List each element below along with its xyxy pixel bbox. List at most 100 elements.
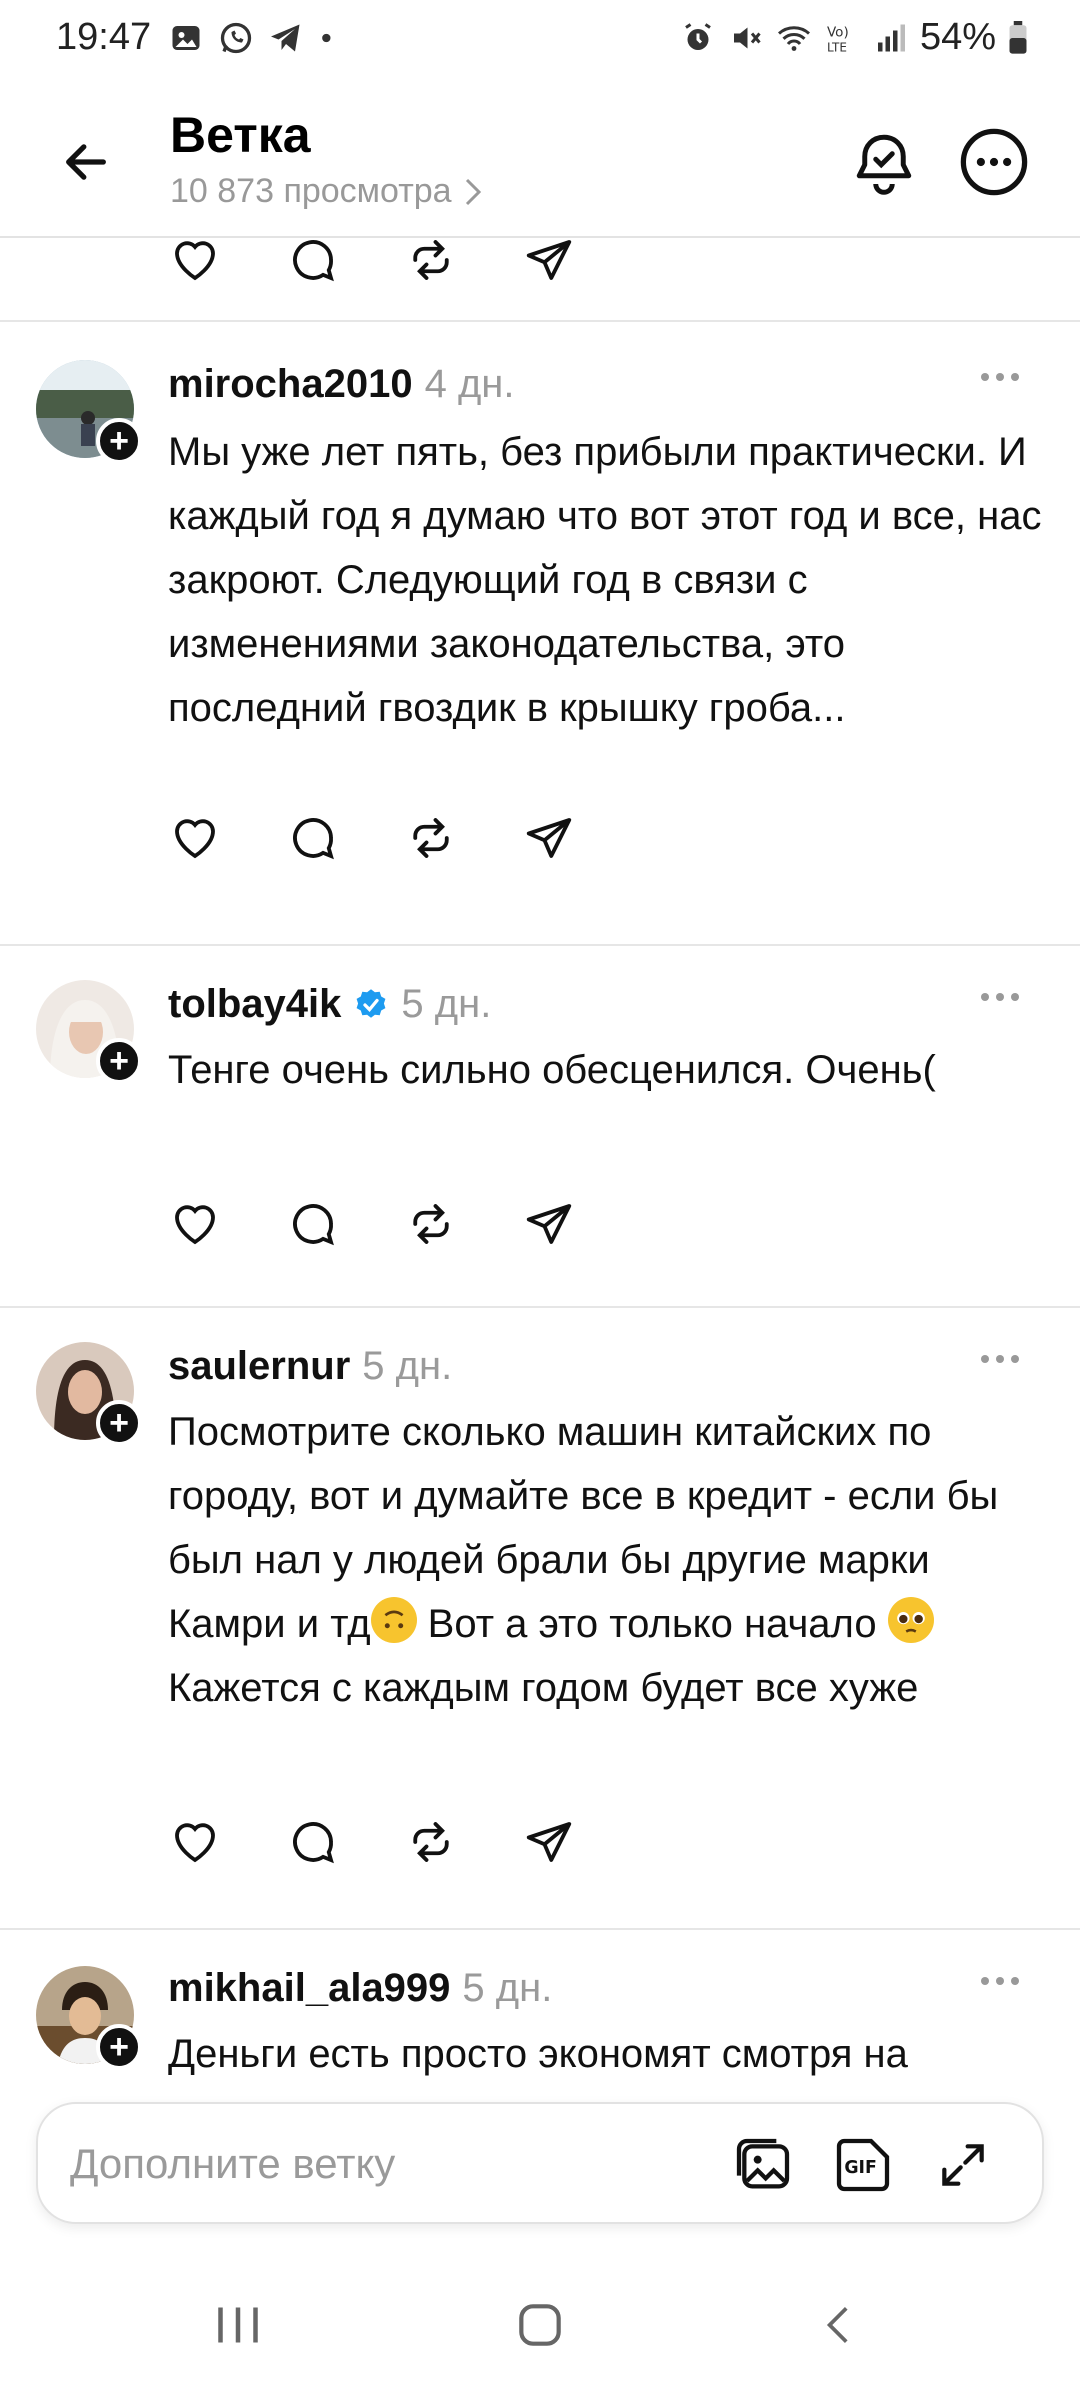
gallery-icon [172,26,200,50]
like-button[interactable] [168,1812,286,1872]
bell-check-icon [856,134,912,195]
like-button[interactable] [168,1194,286,1254]
expand-icon [942,2144,984,2186]
more-options-button[interactable] [956,124,1032,200]
recents-icon [218,2307,258,2343]
repost-button[interactable] [404,1194,522,1254]
comment-button[interactable] [286,1194,404,1254]
wifi-icon [777,25,810,51]
post-time: 5 дн. [462,1966,553,2010]
avatar[interactable]: + [36,360,142,464]
post-meta: mirocha2010 4 дн. [168,362,515,407]
views-count: 10 873 просмотра [170,172,452,210]
back-nav-button[interactable] [800,2290,880,2360]
comment-button[interactable] [286,808,404,868]
repost-icon [413,240,449,280]
post-actions [168,1194,640,1254]
comment-icon [293,1822,334,1864]
expand-button[interactable] [928,2130,998,2200]
signal-icon [877,24,905,51]
post-text-part: Вот а это только начало [416,1602,888,1646]
gif-button[interactable]: GIF [828,2130,898,2200]
notify-button[interactable] [846,124,922,200]
username[interactable]: saulernur [168,1344,350,1389]
post-more-button[interactable] [970,362,1030,392]
avatar[interactable]: + [36,1966,142,2070]
recents-button[interactable] [198,2290,278,2360]
share-icon [526,818,572,858]
post-time: 5 дн. [401,982,492,1026]
thread-header: Ветка 10 873 просмотра [0,80,1080,238]
home-icon [519,2304,561,2346]
views-link[interactable]: 10 873 просмотра [170,172,484,211]
post-more-button[interactable] [970,982,1030,1012]
username[interactable]: mikhail_ala999 [168,1966,450,2011]
pleading-face-emoji [887,1597,934,1643]
repost-button[interactable] [404,808,522,868]
repost-button[interactable] [404,1812,522,1872]
post-more-button[interactable] [970,1344,1030,1374]
system-navigation-bar [0,2240,1080,2400]
battery-percent: 54% [919,16,996,58]
svg-text:GIF: GIF [844,2158,877,2178]
share-icon [526,240,572,280]
post-more-button[interactable] [970,1966,1030,1996]
replies-feed[interactable]: + mirocha2010 4 дн. Мы уже лет пять, без… [0,238,1080,2098]
mute-icon [733,27,761,48]
comment-icon [293,240,334,282]
battery-icon [1009,20,1027,54]
status-bar: 19:47 Vo) LTE 54% [0,0,1080,80]
comment-button[interactable] [286,238,404,290]
svg-text:Vo): Vo) [827,24,849,40]
back-button[interactable] [50,126,122,198]
attach-media-button[interactable] [728,2130,798,2200]
chevron-right-icon [465,178,481,205]
post-actions [168,808,640,868]
home-button[interactable] [500,2290,580,2360]
post-meta: tolbay4ik 5 дн. [168,982,491,1027]
share-button[interactable] [522,1812,640,1872]
post-actions [168,238,640,290]
volte-icon: Vo)LTE [827,24,849,54]
status-time: 19:47 [56,16,152,58]
follow-plus-icon[interactable]: + [96,1038,142,1084]
follow-plus-icon[interactable]: + [96,418,142,464]
share-button[interactable] [522,808,640,868]
like-button[interactable] [168,238,286,290]
username[interactable]: tolbay4ik [168,982,341,1027]
share-icon [526,1204,572,1244]
share-button[interactable] [522,238,640,290]
divider [0,1306,1080,1308]
post-text: Деньги есть просто экономят смотря на [168,2032,908,2076]
like-button[interactable] [168,808,286,868]
svg-text:LTE: LTE [827,40,847,54]
dot-icon [322,33,331,43]
share-button[interactable] [522,1194,640,1254]
username[interactable]: mirocha2010 [168,362,413,407]
divider [0,320,1080,322]
gallery-icon [736,2138,790,2189]
avatar[interactable]: + [36,1342,142,1446]
back-nav-icon [826,2307,848,2343]
repost-icon [413,1204,449,1244]
post-text-part: Кажется с каждым годом будет все хуже [168,1666,919,1710]
comment-icon [293,1204,334,1246]
post-text: Мы уже лет пять, без прибыли практически… [168,430,1042,730]
heart-icon [175,241,215,281]
post-time: 4 дн. [424,362,515,406]
composer-placeholder[interactable]: Дополните ветку [70,2140,395,2188]
repost-icon [413,818,449,858]
more-circle-icon [960,128,1028,196]
repost-icon [413,1822,449,1862]
post-time: 5 дн. [362,1344,453,1388]
post-text: Посмотрите сколько машин китайских по го… [168,1400,1048,1720]
repost-button[interactable] [404,238,522,290]
reply-composer[interactable]: Дополните ветку GIF [36,2102,1044,2224]
comment-button[interactable] [286,1812,404,1872]
notification-icons [168,20,338,56]
post-actions [168,1812,640,1872]
follow-plus-icon[interactable]: + [96,2024,142,2070]
follow-plus-icon[interactable]: + [96,1400,142,1446]
alarm-icon [685,22,711,50]
avatar[interactable]: + [36,980,142,1084]
